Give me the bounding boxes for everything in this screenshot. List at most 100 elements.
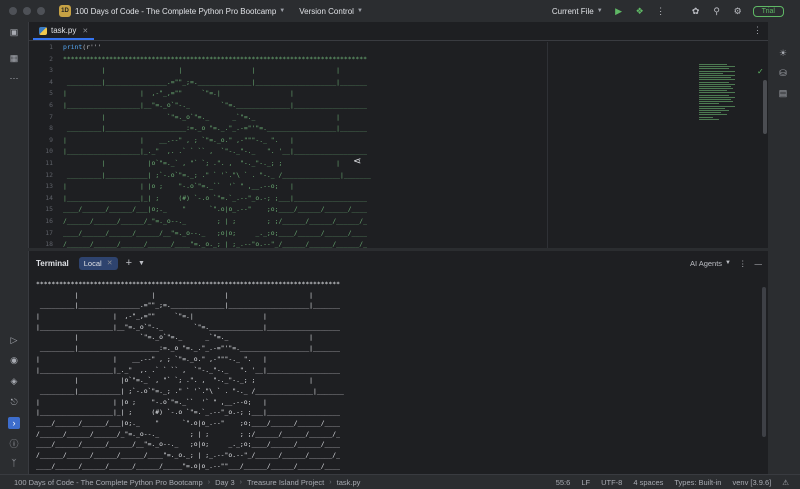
terminal-output-line: ____/______/______/___|o;._ " `".o|o_.--… <box>36 418 340 427</box>
terminal-title: Terminal <box>36 258 69 268</box>
search-icon[interactable]: ⚲ <box>711 5 723 17</box>
code-line: print(r''' <box>63 42 719 54</box>
line-number: 7 <box>49 112 53 121</box>
caret-position[interactable]: 55:6 <box>556 478 571 487</box>
terminal-icon[interactable]: › <box>8 417 20 429</box>
close-tab-icon[interactable]: ✕ <box>82 27 88 35</box>
version-control-dropdown[interactable]: Version Control <box>299 7 354 16</box>
left-tool-strip: ▣ ▦ ⋯ ▷ ◉ ◈ ⎋ › ⓘ ᛉ <box>0 22 28 474</box>
breadcrumb-item[interactable]: Day 3 <box>215 478 235 487</box>
interpreter-selector[interactable]: venv [3.9.6] <box>732 478 771 487</box>
run-tool-icon[interactable]: ▷ <box>9 335 19 345</box>
code-area[interactable]: 1 2 3 4 5 6 7 8 9 10 11 12 13 14 15 16 17 18 print(r''' *… <box>29 42 769 248</box>
trial-button[interactable]: Trial <box>752 5 784 17</box>
line-number: 12 <box>45 170 53 179</box>
code-text[interactable]: print(r''' *****************************… <box>63 42 719 248</box>
chevron-down-icon: ▼ <box>356 8 363 14</box>
run-icon[interactable]: ▶ <box>613 5 625 17</box>
minimap-line <box>699 77 731 79</box>
more-actions-icon[interactable]: ⋮ <box>655 5 667 17</box>
terminal-output-line: _________|_____________________:=._o "=.… <box>36 344 340 353</box>
minimap[interactable] <box>699 64 739 144</box>
project-name-dropdown[interactable]: 100 Days of Code - The Complete Python P… <box>75 7 276 16</box>
minimap-line <box>699 85 731 87</box>
terminal-output-line: ****************************************… <box>36 280 340 288</box>
terminal-tab-local[interactable]: Local ✕ <box>78 256 118 270</box>
line-ending-selector[interactable]: LF <box>581 478 590 487</box>
minimap-line <box>699 90 727 92</box>
line-number: 8 <box>49 124 53 133</box>
debug-icon[interactable]: ❖ <box>634 5 646 17</box>
terminal-output-line: | `"=._o`"=._ _`"=._ | <box>36 333 314 342</box>
minimap-line <box>699 101 733 103</box>
editor-tab-task-py[interactable]: task.py ✕ <box>33 23 95 40</box>
line-number: 14 <box>45 193 53 202</box>
terminal-output[interactable]: ****************************************… <box>36 279 756 471</box>
python-console-icon[interactable]: ⎋ <box>9 397 19 407</box>
code-line: |___________________|__"=._o`"-._ `"=.__… <box>63 100 367 109</box>
more-tools-icon[interactable]: ⋯ <box>9 73 19 83</box>
line-number: 10 <box>45 147 53 156</box>
code-line: _________|________________.=""_;=.______… <box>63 77 367 86</box>
terminal-output-line: | | ,-"_,="" `"=.| | <box>36 312 267 321</box>
database-icon[interactable]: ⛁ <box>778 68 788 78</box>
minimap-line <box>699 68 729 70</box>
types-selector[interactable]: Types: Built-in <box>674 478 721 487</box>
python-packages-icon[interactable]: ◉ <box>9 355 19 365</box>
minimap-line <box>699 81 729 83</box>
hide-panel-icon[interactable]: — <box>755 259 763 268</box>
minimap-line <box>699 99 731 100</box>
chevron-down-icon[interactable]: ▼ <box>138 260 145 267</box>
problems-icon[interactable]: ⓘ <box>9 438 19 449</box>
title-bar: 1D 100 Days of Code - The Complete Pytho… <box>0 0 800 22</box>
breadcrumb-item[interactable]: 100 Days of Code - The Complete Python P… <box>14 478 203 487</box>
minimap-line <box>699 66 735 68</box>
breadcrumb-item[interactable]: task.py <box>337 478 361 487</box>
line-number: 11 <box>45 158 53 167</box>
close-window-button[interactable] <box>9 7 17 15</box>
more-tabs-icon[interactable]: ⋮ <box>753 25 762 36</box>
terminal-output-line: /______/______/______/_"=._o--._ ; | ; ;… <box>36 429 340 438</box>
ai-agents-dropdown[interactable]: AI Agents <box>690 259 722 268</box>
terminal-options-icon[interactable]: ⋮ <box>739 259 747 268</box>
editor-tab-label: task.py <box>51 26 77 35</box>
indent-selector[interactable]: 4 spaces <box>633 478 663 487</box>
python-file-icon <box>39 26 47 35</box>
editor-vertical-scrollbar[interactable] <box>763 80 767 134</box>
close-tab-icon[interactable]: ✕ <box>107 259 113 267</box>
line-number: 3 <box>49 66 53 75</box>
terminal-output-line: | |o`"=._` , "` `; .". , "-._"-._; ; | <box>36 376 314 385</box>
project-folder-icon[interactable]: ▣ <box>9 27 19 37</box>
chevron-right-icon: › <box>207 478 211 486</box>
notifications-bell-icon[interactable]: ⚠ <box>782 478 789 487</box>
run-configuration-dropdown[interactable]: Current File <box>552 7 594 16</box>
encoding-selector[interactable]: UTF-8 <box>601 478 622 487</box>
text-cursor-icon: ⋖ <box>353 156 362 167</box>
notifications-icon[interactable]: ☀ <box>778 48 788 58</box>
terminal-tab-label: Local <box>83 258 102 268</box>
breadcrumb-item[interactable]: Treasure Island Project <box>247 478 324 487</box>
git-branch-icon[interactable]: ᛉ <box>9 458 19 468</box>
zoom-window-button[interactable] <box>37 7 45 15</box>
terminal-output-line: | | __.--" , ; `"=._o." ,-"""-._ ". | <box>36 354 267 363</box>
minimap-line <box>699 92 735 94</box>
structure-icon[interactable]: ▦ <box>9 53 19 63</box>
status-bar: 100 Days of Code - The Complete Python P… <box>0 474 800 489</box>
no-problems-check-icon[interactable]: ✓ <box>757 67 764 76</box>
services-icon[interactable]: ◈ <box>9 376 19 386</box>
minimap-line <box>699 114 727 116</box>
editor-pane: task.py ✕ ⋮ 1 2 3 4 5 6 7 8 9 10 11 12 13 14 15 16 17 18 … <box>28 22 768 248</box>
chevron-down-icon: ▼ <box>725 260 731 266</box>
new-terminal-plus-icon[interactable]: + <box>126 257 132 269</box>
ai-assistant-icon[interactable]: ✿ <box>690 5 702 17</box>
minimap-line <box>699 70 735 72</box>
line-number: 9 <box>49 135 53 144</box>
settings-gear-icon[interactable]: ⚙ <box>732 5 744 17</box>
learn-book-icon[interactable]: ▤ <box>778 88 788 98</box>
terminal-vertical-scrollbar[interactable] <box>762 287 766 437</box>
chevron-down-icon: ▼ <box>596 8 603 14</box>
minimize-window-button[interactable] <box>23 7 31 15</box>
code-line: | | |o ; "-.o`"=._`` '` " ,__.--o; | <box>63 182 294 191</box>
code-line: ****************************************… <box>63 54 367 63</box>
project-badge[interactable]: 1D <box>59 5 71 17</box>
